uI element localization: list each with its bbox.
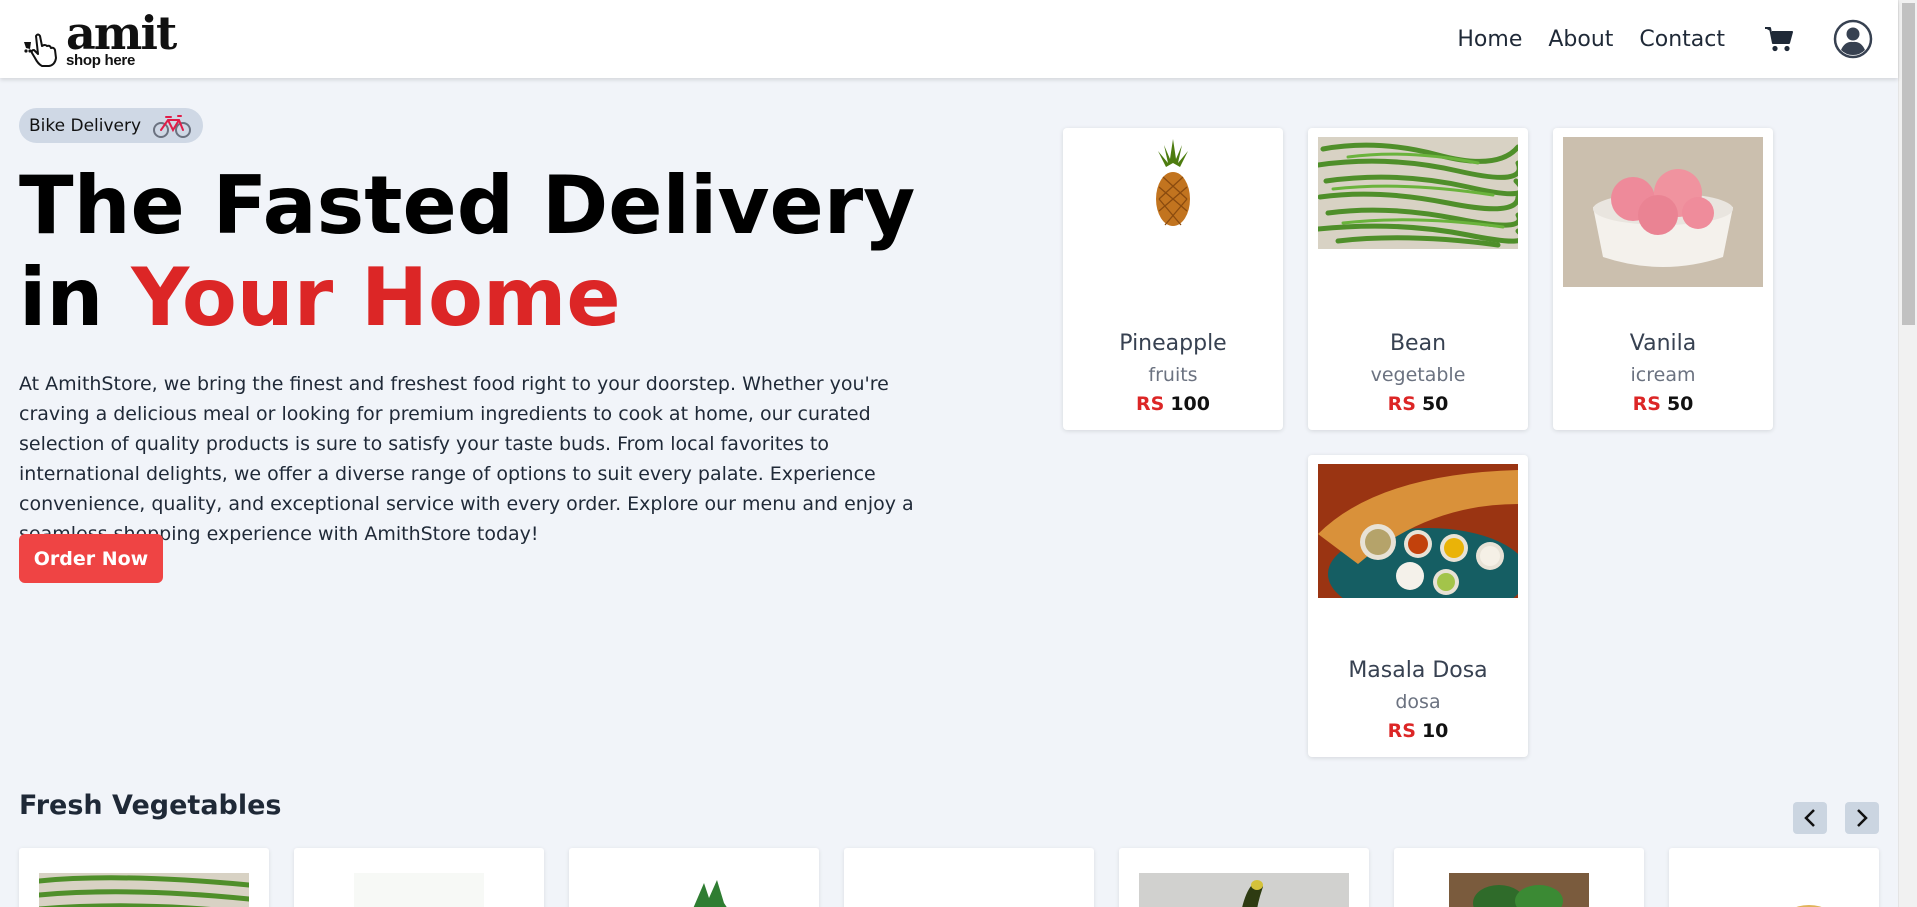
product-category: icream [1630,364,1696,386]
user-avatar-icon[interactable] [1833,19,1873,59]
vegetable-thumbnail [354,873,484,907]
potato-thumbnail [1796,905,1822,907]
leaf-vegetable-thumbnail [693,880,727,907]
scroll-right-button[interactable] [1845,802,1879,834]
vegetable-card[interactable] [1669,848,1879,907]
vegetable-card[interactable] [844,848,1094,907]
price-currency: RS [1632,393,1661,415]
vegetable-card[interactable] [19,848,269,907]
product-name: Bean [1389,331,1447,356]
product-price: RS 100 [1063,393,1283,415]
product-card[interactable]: Pineapple fruits RS 100 [1063,128,1283,430]
nav-about[interactable]: About [1548,27,1613,52]
scroll-left-button[interactable] [1793,802,1827,834]
hero-heading: The Fasted Delivery in Your Home [19,160,915,344]
site-logo[interactable]: amit shop here [20,5,177,69]
product-card[interactable]: Masala Dosa dosa RS 10 [1308,455,1528,757]
price-value: 100 [1170,393,1210,415]
hero-heading-accent: Your Home [131,251,621,344]
product-card[interactable]: Bean vegetable RS 50 [1308,128,1528,430]
price-currency: RS [1387,393,1416,415]
chevron-right-icon [1857,809,1868,827]
logo-tagline: shop here [66,51,135,69]
masala-dosa-image [1318,464,1518,634]
pineapple-image [1073,137,1273,307]
product-price: RS 50 [1553,393,1773,415]
hero-heading-line1: The Fasted Delivery [19,159,916,252]
vegetable-card[interactable] [569,848,819,907]
nav-home[interactable]: Home [1457,27,1522,52]
product-category: vegetable [1370,364,1466,386]
bicycle-icon [153,114,192,138]
product-category: fruits [1148,364,1198,386]
product-name: Masala Dosa [1348,658,1488,683]
badge-label: Bike Delivery [29,115,142,136]
vegetable-card[interactable] [1119,848,1369,907]
cart-icon[interactable] [1763,23,1795,55]
order-now-button[interactable]: Order Now [19,534,163,583]
top-navbar: amit shop here Home About Contact [0,0,1898,78]
page-scrollbar[interactable] [1898,0,1917,907]
price-currency: RS [1387,720,1416,742]
scrollbar-thumb[interactable] [1902,3,1915,325]
product-name: Vanila [1629,331,1697,356]
nav-contact[interactable]: Contact [1639,27,1725,52]
product-card[interactable]: Vanila icream RS 50 [1553,128,1773,430]
onion-thumbnail [964,893,1054,907]
beans-image [1318,137,1518,307]
main-nav: Home About Contact [1457,0,1873,78]
fresh-vegetables-title: Fresh Vegetables [19,790,282,821]
zucchini-thumbnail [1139,873,1349,907]
hero-description: At AmithStore, we bring the finest and f… [19,373,914,545]
pointing-hand-cart-icon [24,33,57,67]
price-currency: RS [1136,393,1165,415]
price-value: 50 [1666,393,1694,415]
ice-cream-image [1563,137,1763,307]
product-price: RS 10 [1308,720,1528,742]
product-name: Pineapple [1119,331,1227,356]
price-value: 50 [1421,393,1449,415]
product-category: dosa [1395,691,1441,713]
beans-thumbnail [39,873,249,907]
vegetable-card[interactable] [294,848,544,907]
vegetable-card[interactable] [1394,848,1644,907]
logo-wordmark: amit [66,5,177,60]
chevron-left-icon [1804,809,1815,827]
hero-heading-in: in [19,251,104,344]
bike-delivery-badge: Bike Delivery [19,108,204,143]
product-price: RS 50 [1308,393,1528,415]
price-value: 10 [1421,720,1449,742]
spinach-thumbnail [1449,873,1589,907]
